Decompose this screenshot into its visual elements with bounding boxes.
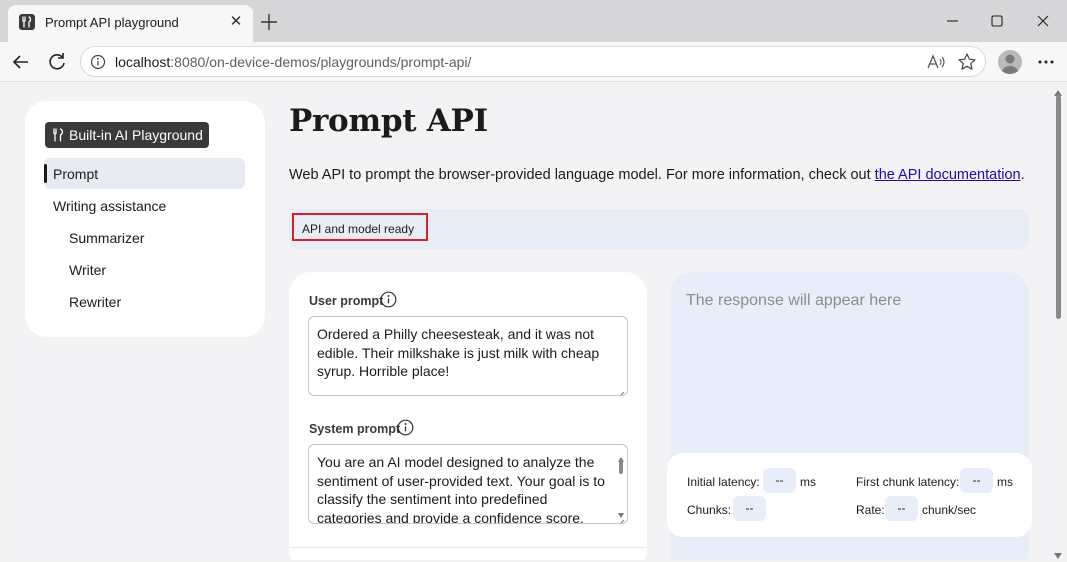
profile-avatar[interactable] bbox=[998, 50, 1022, 74]
more-options-icon[interactable] bbox=[1035, 50, 1057, 74]
logo-label: Built-in AI Playground bbox=[69, 127, 203, 143]
sidebar-card: Built-in AI Playground Prompt Writing as… bbox=[25, 101, 265, 337]
resize-grip-icon[interactable] bbox=[617, 513, 625, 523]
address-bar[interactable]: localhost:8080/on-device-demos/playgroun… bbox=[80, 46, 986, 77]
page-scrollbar[interactable] bbox=[1052, 83, 1064, 560]
back-arrow-icon[interactable] bbox=[9, 50, 33, 74]
url-path: :8080/on-device-demos/playgrounds/prompt… bbox=[170, 54, 472, 70]
description-end: . bbox=[1020, 167, 1025, 183]
divider bbox=[289, 547, 647, 548]
first-chunk-latency-value: -- bbox=[960, 468, 993, 493]
user-prompt-info-icon[interactable] bbox=[380, 291, 397, 308]
user-prompt-value: Ordered a Philly cheesesteak, and it was… bbox=[317, 326, 600, 379]
read-aloud-icon[interactable] bbox=[926, 53, 946, 71]
response-placeholder: The response will appear here bbox=[686, 292, 902, 309]
stats-card: Initial latency: -- ms First chunk laten… bbox=[667, 453, 1032, 537]
url-host: localhost bbox=[115, 54, 171, 70]
window-close-icon[interactable] bbox=[1030, 8, 1056, 34]
minimize-icon[interactable] bbox=[939, 8, 965, 34]
status-text: API and model ready bbox=[302, 222, 415, 236]
chunks-value: -- bbox=[733, 496, 766, 521]
textarea-scrollbar[interactable] bbox=[617, 448, 625, 520]
playground-favicon-icon bbox=[19, 14, 35, 30]
scroll-up-arrow-icon[interactable] bbox=[618, 448, 624, 462]
scroll-down-arrow-icon[interactable] bbox=[618, 504, 624, 518]
status-highlight-box: API and model ready bbox=[292, 213, 428, 241]
system-prompt-value: You are an AI model designed to analyze … bbox=[317, 454, 605, 524]
rate-label: Rate: bbox=[856, 503, 885, 517]
scroll-up-arrow-icon[interactable] bbox=[1054, 84, 1062, 96]
resize-grip-icon[interactable] bbox=[617, 385, 625, 395]
status-bar: API and model ready bbox=[289, 209, 1029, 249]
sidebar-item-label: Prompt bbox=[53, 166, 99, 182]
system-prompt-textarea[interactable]: You are an AI model designed to analyze … bbox=[308, 444, 628, 524]
favorite-star-icon[interactable] bbox=[957, 52, 977, 72]
first-chunk-latency-unit: ms bbox=[997, 475, 1013, 489]
refresh-icon[interactable] bbox=[45, 50, 69, 74]
scroll-thumb[interactable] bbox=[1056, 95, 1061, 319]
browser-tab[interactable]: Prompt API playground ✕ bbox=[8, 5, 253, 42]
maximize-icon[interactable] bbox=[984, 8, 1010, 34]
page-title: Prompt API bbox=[289, 103, 488, 139]
tab-title: Prompt API playground bbox=[45, 15, 179, 30]
chunks-label: Chunks: bbox=[687, 503, 732, 517]
system-prompt-label: System prompt bbox=[309, 422, 400, 436]
new-tab-plus-icon[interactable] bbox=[258, 11, 280, 33]
sidebar-item-writing-assistance[interactable]: Writing assistance bbox=[53, 198, 166, 214]
rate-unit: chunk/sec bbox=[922, 503, 977, 517]
api-documentation-link[interactable]: the API documentation bbox=[875, 167, 1021, 183]
description-text: Web API to prompt the browser-provided l… bbox=[289, 167, 875, 183]
url-text[interactable]: localhost:8080/on-device-demos/playgroun… bbox=[115, 54, 471, 70]
tab-close-icon[interactable]: ✕ bbox=[226, 12, 246, 32]
tools-icon bbox=[51, 127, 67, 143]
scroll-down-arrow-icon[interactable] bbox=[1054, 547, 1062, 559]
browser-toolbar: localhost:8080/on-device-demos/playgroun… bbox=[0, 42, 1067, 82]
prompt-form-card: User prompt Ordered a Philly cheesesteak… bbox=[289, 272, 647, 560]
user-prompt-textarea[interactable]: Ordered a Philly cheesesteak, and it was… bbox=[308, 316, 628, 396]
first-chunk-latency-label: First chunk latency: bbox=[856, 475, 960, 489]
initial-latency-unit: ms bbox=[800, 475, 816, 489]
rate-value: -- bbox=[885, 496, 918, 521]
sidebar-item-rewriter[interactable]: Rewriter bbox=[69, 294, 121, 310]
sidebar-item-summarizer[interactable]: Summarizer bbox=[69, 230, 144, 246]
sidebar-item-writer[interactable]: Writer bbox=[69, 262, 106, 278]
initial-latency-label: Initial latency: bbox=[687, 475, 760, 489]
system-prompt-info-icon[interactable] bbox=[397, 419, 414, 436]
scroll-thumb[interactable] bbox=[619, 460, 623, 474]
user-prompt-label: User prompt bbox=[309, 294, 384, 308]
page-description: Web API to prompt the browser-provided l… bbox=[289, 167, 1025, 183]
title-bar: Prompt API playground ✕ bbox=[0, 0, 1067, 42]
playground-logo[interactable]: Built-in AI Playground bbox=[45, 122, 209, 148]
page-viewport: Built-in AI Playground Prompt Writing as… bbox=[3, 83, 1064, 560]
sidebar-item-prompt[interactable]: Prompt bbox=[44, 158, 245, 189]
site-info-icon[interactable] bbox=[90, 54, 106, 70]
initial-latency-value: -- bbox=[763, 468, 796, 493]
